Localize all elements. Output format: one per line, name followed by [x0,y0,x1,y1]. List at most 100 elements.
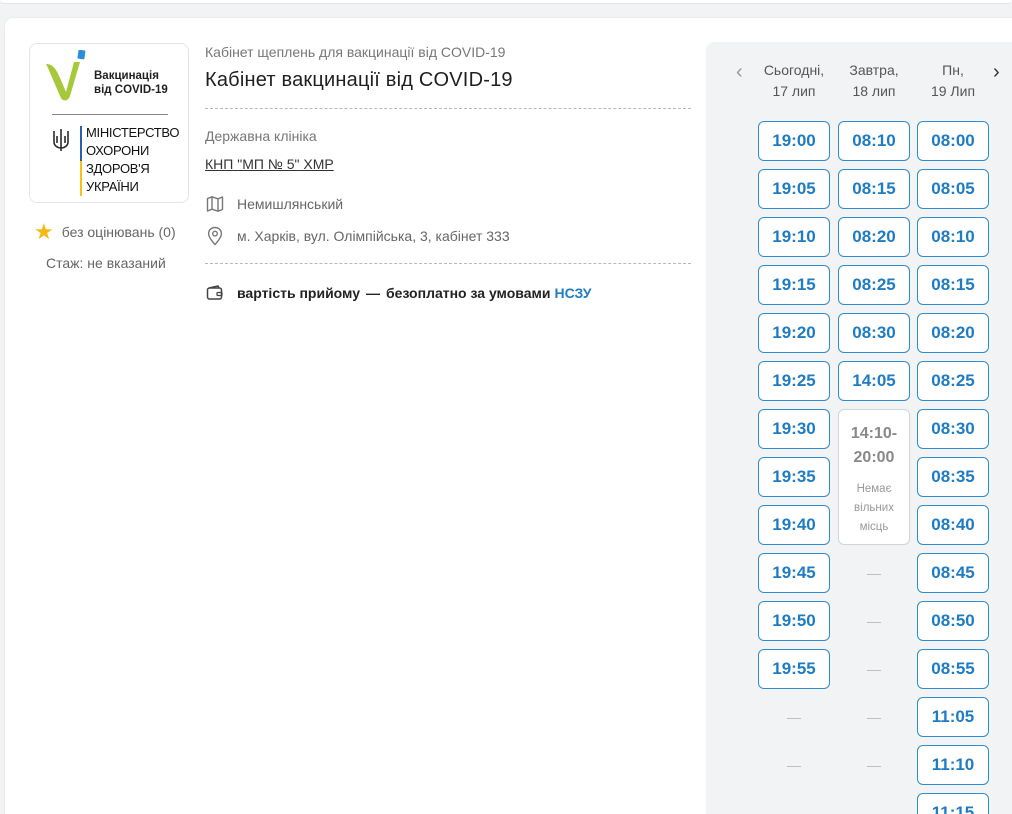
empty-slot: — [867,661,881,677]
specialty-subtitle: Кабінет щеплень для вакцинації від COVID… [205,44,506,60]
time-slot[interactable]: 19:10 [758,217,830,257]
rating-text: без оцінювань (0) [61,224,176,240]
rating[interactable]: ★ без оцінювань (0) [34,221,176,243]
slots-column-tomorrow: 08:10 08:15 08:20 08:25 08:30 14:05 14:1… [838,121,910,814]
no-slots-note: Немає вільних місць [839,480,909,537]
star-icon: ★ [34,219,54,244]
time-slot[interactable]: 08:20 [917,313,989,353]
address-text: м. Харків, вул. Олімпійська, 3, кабінет … [237,228,510,244]
slots-column-today: 19:00 19:05 19:10 19:15 19:20 19:25 19:3… [758,121,830,814]
price-label: вартість прийому [237,285,361,301]
time-slot[interactable]: 08:35 [917,457,989,497]
empty-slot: — [867,757,881,773]
district-text: Немишлянський [237,196,344,212]
appointment-schedule: ‹ Сьогодні, 17 лип Завтра, 18 лип Пн, 19… [706,42,1012,814]
time-slot[interactable]: 08:30 [917,409,989,449]
time-slot[interactable]: 08:50 [917,601,989,641]
time-slot[interactable]: 08:30 [838,313,910,353]
time-slot[interactable]: 08:05 [917,169,989,209]
clinic-name-link[interactable]: КНП "МП № 5" ХМР [205,156,334,172]
empty-slot: — [867,709,881,725]
time-slot[interactable]: 08:40 [917,505,989,545]
district-row: Немишлянський [205,194,691,214]
logo-divider [52,114,168,115]
dashed-divider [205,263,691,264]
address-row: м. Харків, вул. Олімпійська, 3, кабінет … [205,226,691,246]
empty-slot: — [867,565,881,581]
no-slots-note-line: місць [859,521,889,533]
flag-bar [80,126,82,196]
time-slot[interactable]: 19:25 [758,361,830,401]
time-slot[interactable]: 14:05 [838,361,910,401]
day-header-line1: Сьогодні, [763,62,825,78]
time-slot[interactable]: 19:20 [758,313,830,353]
clinic-logo: Вакцинація від COVID-19 МІНІСТЕРСТВО ОХО… [29,43,189,203]
time-slot[interactable]: 19:00 [758,121,830,161]
empty-slot: — [867,613,881,629]
day-header-line2: 19 Лип [930,83,976,99]
logo-line-2: від COVID-19 [94,84,168,96]
vaccination-v-logo-icon [46,50,86,101]
next-days-chevron-icon[interactable]: › [993,62,1000,82]
unavailable-range-end: 20:00 [853,449,895,466]
time-slot[interactable]: 19:45 [758,553,830,593]
logo-vaccination-text: Вакцинація від COVID-19 [94,69,168,97]
time-slot[interactable]: 08:25 [917,361,989,401]
day-header-line2: 18 лип [852,83,896,99]
clinic-info: Кабінет щеплень для вакцинації від COVID… [205,44,691,303]
no-slots-note-line: вільних [854,502,894,514]
time-slot[interactable]: 19:30 [758,409,830,449]
trident-icon [53,129,69,151]
ministry-line-1: МІНІСТЕРСТВО [86,125,180,140]
empty-slot: — [787,709,801,725]
time-slot[interactable]: 08:15 [838,169,910,209]
empty-slot: — [787,757,801,773]
ministry-line-4: УКРАЇНИ [86,179,139,194]
time-slot[interactable]: 08:55 [917,649,989,689]
time-slot[interactable]: 08:20 [838,217,910,257]
time-slot[interactable]: 19:35 [758,457,830,497]
unavailable-range: 14:10- 20:00 Немає вільних місць [838,409,910,545]
ministry-line-2: ОХОРОНИ [86,143,150,158]
clinic-type: Державна клініка [205,128,317,144]
no-slots-note-line: Немає [856,483,892,495]
time-slot[interactable]: 11:15 [917,793,989,814]
experience-text: Стаж: не вказаний [46,255,166,271]
doctor-card: Вакцинація від COVID-19 МІНІСТЕРСТВО ОХО… [5,18,1012,814]
time-slot[interactable]: 19:50 [758,601,830,641]
time-slot[interactable]: 19:15 [758,265,830,305]
time-slot[interactable]: 08:25 [838,265,910,305]
slots-column-monday: 08:00 08:05 08:10 08:15 08:20 08:25 08:3… [917,121,989,814]
map-icon [205,194,225,214]
day-header-line2: 17 лип [772,83,816,99]
day-header-line1: Завтра, [849,62,899,78]
price-separator: — [366,285,381,301]
prev-days-chevron-icon[interactable]: ‹ [736,62,743,82]
time-slot[interactable]: 19:55 [758,649,830,689]
previous-card-edge [0,0,1012,4]
empty-slot: — [787,805,801,814]
time-slot[interactable]: 19:05 [758,169,830,209]
time-slot[interactable]: 11:10 [917,745,989,785]
time-slot[interactable]: 19:40 [758,505,830,545]
ministry-line-3: ЗДОРОВ'Я [86,161,150,176]
dashed-divider [205,108,691,109]
location-pin-icon [205,226,225,246]
nszu-link[interactable]: НСЗУ [554,285,591,301]
time-slot[interactable]: 08:10 [917,217,989,257]
day-header-line1: Пн, [942,62,964,78]
day-header-today: Сьогодні, 17 лип [756,60,832,102]
day-header-monday: Пн, 19 Лип [915,60,991,102]
ministry-name: МІНІСТЕРСТВО ОХОРОНИ ЗДОРОВ'Я УКРАЇНИ [80,124,179,196]
time-slot[interactable]: 08:10 [838,121,910,161]
time-slot[interactable]: 08:15 [917,265,989,305]
unavailable-range-start: 14:10- [850,425,898,442]
time-slot[interactable]: 08:45 [917,553,989,593]
empty-slot: — [867,805,881,814]
page-title[interactable]: Кабінет вакцинації від COVID-19 [205,69,691,92]
wallet-icon [205,283,225,303]
price-value: безоплатно за умовами [386,285,551,301]
time-slot[interactable]: 11:05 [917,697,989,737]
time-slot[interactable]: 08:00 [917,121,989,161]
day-header-tomorrow: Завтра, 18 лип [836,60,912,102]
